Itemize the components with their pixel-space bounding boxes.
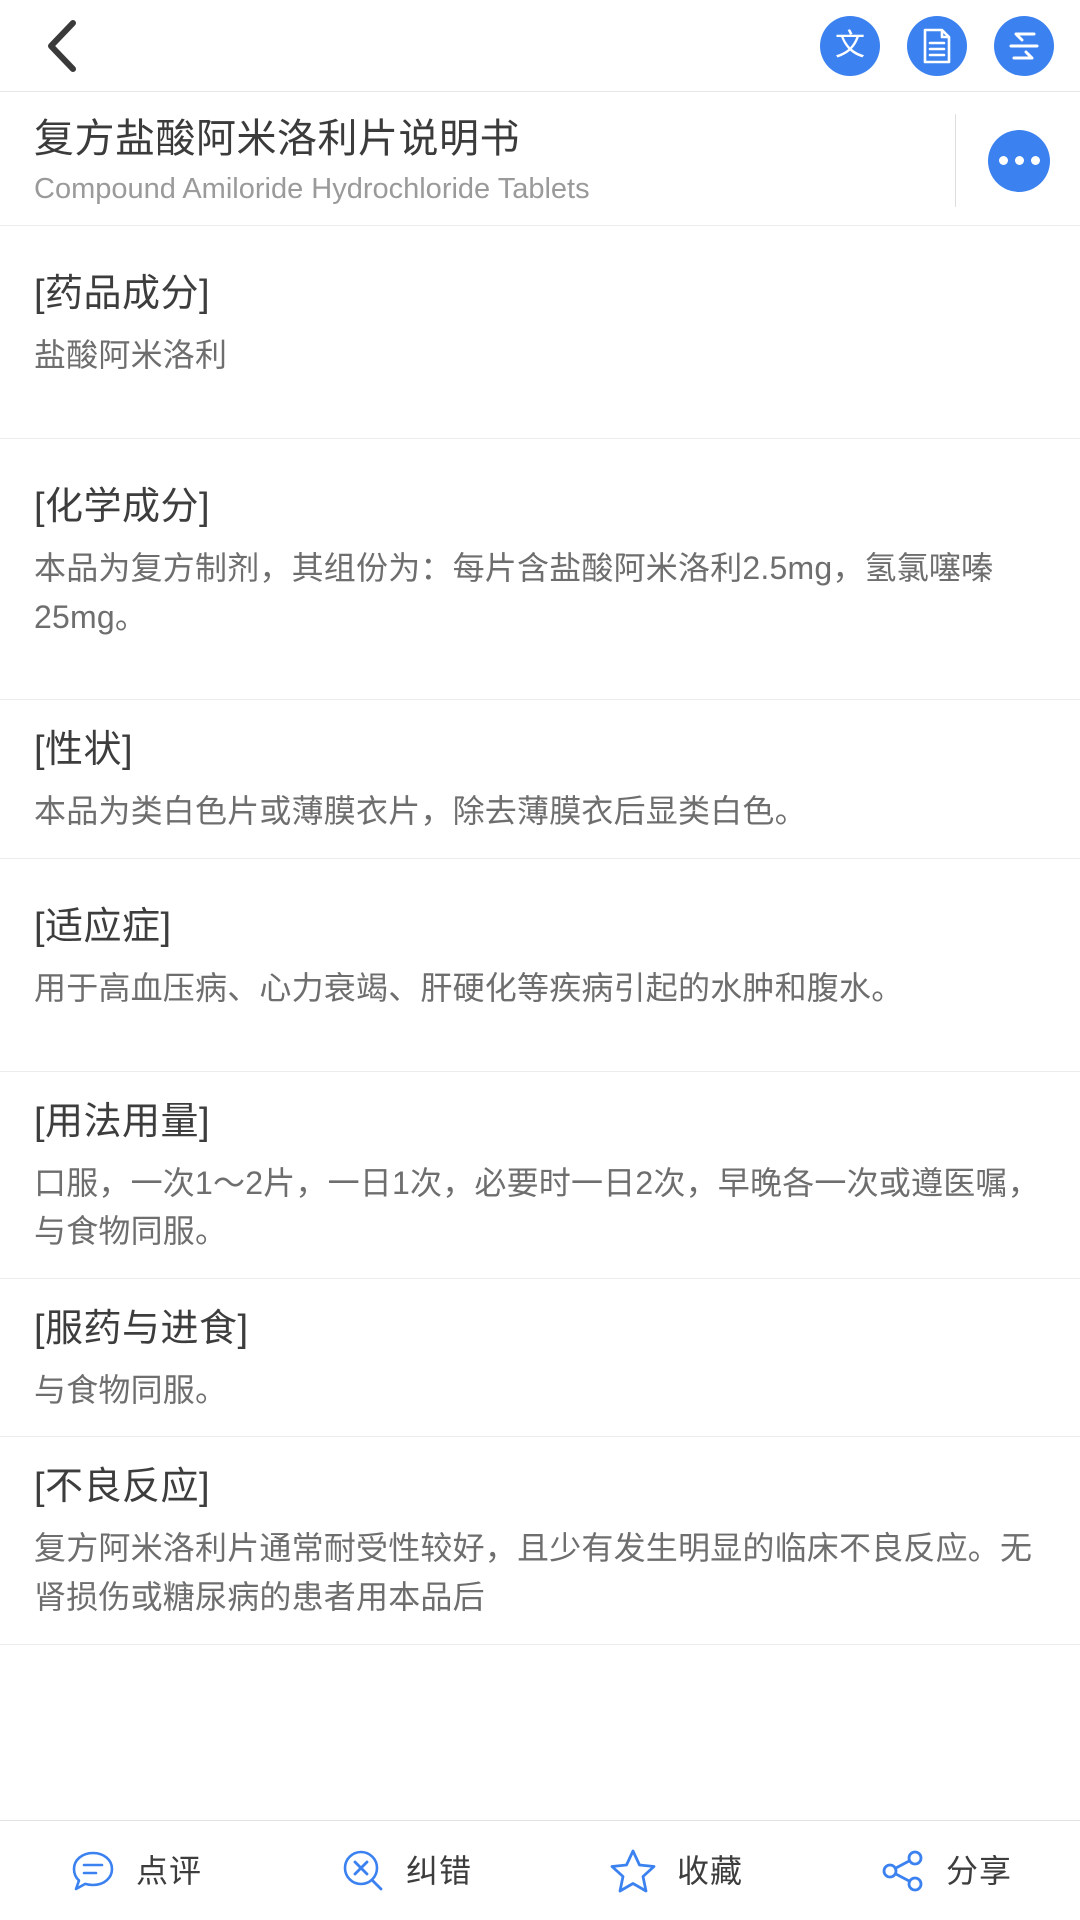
- drug-leaflet-content[interactable]: [药品成分] 盐酸阿米洛利 [化学成分] 本品为复方制剂，其组份为：每片含盐酸阿…: [0, 226, 1080, 1820]
- section-body: 本品为类白色片或薄膜衣片，除去薄膜衣后显类白色。: [34, 793, 807, 830]
- dot-icon: [998, 156, 1008, 166]
- section-heading: [药品成分]: [34, 273, 211, 316]
- section-heading: [用法用量]: [34, 1100, 211, 1143]
- section-drug-ingredients: [药品成分] 盐酸阿米洛利: [0, 226, 1080, 440]
- error-report-icon: [338, 1846, 388, 1896]
- star-icon: [607, 1846, 659, 1896]
- document-button[interactable]: [907, 15, 967, 76]
- section-body: 用于高血压病、心力衰竭、肝硬化等疾病引起的水肿和腹水。: [34, 969, 904, 1006]
- translate-button[interactable]: 文: [820, 15, 880, 76]
- section-appearance: [性状] 本品为类白色片或薄膜衣片，除去薄膜衣后显类白色。: [0, 700, 1080, 859]
- comment-bubble-icon: [68, 1846, 118, 1896]
- share-button[interactable]: 分享: [810, 1821, 1080, 1920]
- top-navigation-bar: 文: [0, 0, 1080, 92]
- section-heading: [不良反应]: [34, 1466, 211, 1509]
- back-button[interactable]: [30, 14, 94, 78]
- more-options-button[interactable]: [988, 129, 1050, 192]
- app-screen: 文 复方盐酸阿米洛利片说明书 Compound Amiloride Hydroc…: [0, 0, 1080, 1920]
- section-heading: [性状]: [34, 729, 134, 772]
- section-body: 盐酸阿米洛利: [34, 337, 228, 374]
- top-action-buttons: 文: [820, 15, 1054, 76]
- section-heading: [化学成分]: [34, 486, 211, 529]
- dot-icon: [1014, 156, 1024, 166]
- section-heading: [适应症]: [34, 905, 172, 948]
- section-adverse-reactions: [不良反应] 复方阿米洛利片通常耐受性较好，且少有发生明显的临床不良反应。无肾损…: [0, 1437, 1080, 1645]
- section-body: 复方阿米洛利片通常耐受性较好，且少有发生明显的临床不良反应。无肾损伤或糖尿病的患…: [34, 1530, 1033, 1616]
- section-body: 与食物同服。: [34, 1371, 228, 1408]
- drug-title-block: 复方盐酸阿米洛利片说明书 Compound Amiloride Hydrochl…: [0, 92, 1080, 227]
- section-food-interaction: [服药与进食] 与食物同服。: [0, 1279, 1080, 1438]
- page-subtitle: Compound Amiloride Hydrochloride Tablets: [34, 173, 590, 206]
- correction-label: 纠错: [405, 1852, 472, 1889]
- correction-button[interactable]: 纠错: [270, 1821, 540, 1920]
- title-divider: [955, 114, 956, 208]
- section-dosage: [用法用量] 口服，一次1～2片，一日1次，必要时一日2次，早晚各一次或遵医嘱，…: [0, 1072, 1080, 1279]
- section-indications: [适应症] 用于高血压病、心力衰竭、肝硬化等疾病引起的水肿和腹水。: [0, 859, 1080, 1072]
- share-label: 分享: [945, 1852, 1012, 1889]
- favorite-button[interactable]: 收藏: [540, 1821, 810, 1920]
- favorite-label: 收藏: [676, 1852, 743, 1889]
- page-title: 复方盐酸阿米洛利片说明书: [34, 117, 520, 161]
- section-body: 口服，一次1～2片，一日1次，必要时一日2次，早晚各一次或遵医嘱，与食物同服。: [34, 1164, 1040, 1250]
- document-lines-icon: [921, 28, 953, 64]
- section-body: 本品为复方制剂，其组份为：每片含盐酸阿米洛利2.5mg，氢氯噻嗪25mg。: [34, 550, 994, 635]
- chinese-character-icon: 文: [835, 27, 865, 63]
- swap-arrows-icon: [1006, 30, 1042, 62]
- swap-button[interactable]: [994, 15, 1054, 76]
- chevron-left-icon: [45, 19, 79, 73]
- dot-icon: [1030, 156, 1040, 166]
- section-heading: [服药与进食]: [34, 1307, 249, 1350]
- comment-button[interactable]: 点评: [0, 1821, 270, 1920]
- section-chemical-composition: [化学成分] 本品为复方制剂，其组份为：每片含盐酸阿米洛利2.5mg，氢氯噻嗪2…: [0, 439, 1080, 701]
- share-nodes-icon: [878, 1846, 928, 1896]
- title-texts: 复方盐酸阿米洛利片说明书 Compound Amiloride Hydrochl…: [34, 114, 941, 207]
- comment-label: 点评: [135, 1852, 202, 1889]
- bottom-action-bar: 点评 纠错 收藏 分享: [0, 1820, 1080, 1920]
